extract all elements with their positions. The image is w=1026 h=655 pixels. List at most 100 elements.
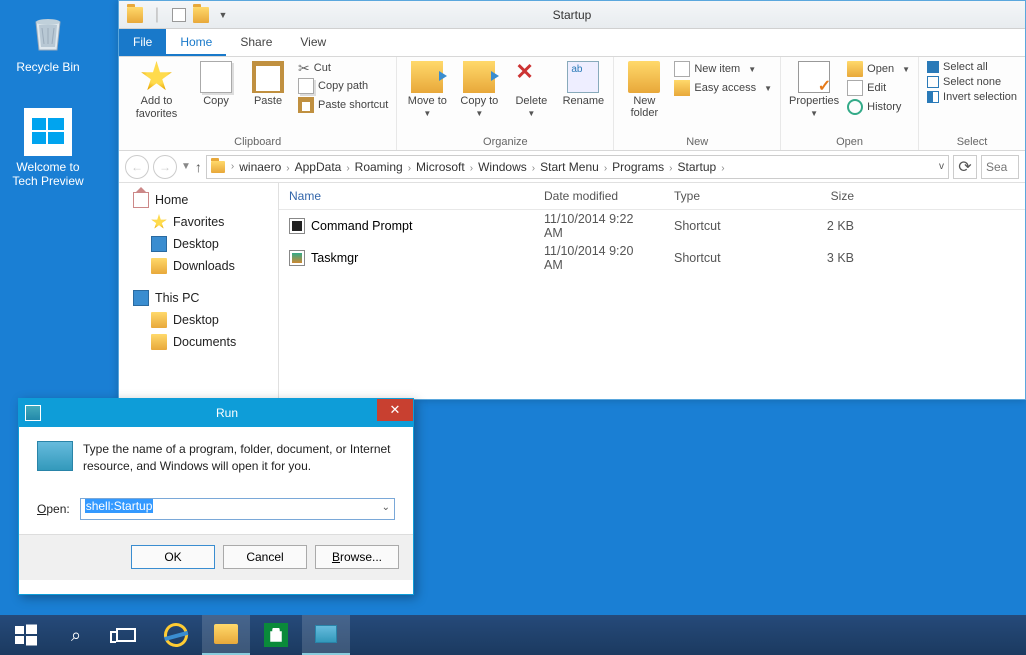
col-header-name[interactable]: Name: [279, 183, 534, 209]
qat-properties-icon[interactable]: [169, 5, 189, 25]
breadcrumb-item[interactable]: Microsoft: [413, 160, 468, 174]
move-to-button[interactable]: Move to▼: [405, 61, 449, 118]
qat-newfolder-icon[interactable]: [191, 5, 211, 25]
sidebar-item-desktop[interactable]: Desktop: [119, 233, 278, 255]
run-title-icon: [25, 405, 41, 421]
run-open-label: Open:: [37, 502, 70, 516]
nav-back-button[interactable]: ←: [125, 155, 149, 179]
properties-button[interactable]: Properties▼: [789, 61, 839, 118]
breadcrumb-dropdown-icon[interactable]: v: [939, 161, 944, 172]
new-item-button[interactable]: New item▼: [674, 61, 772, 77]
breadcrumb-item[interactable]: Windows: [475, 160, 530, 174]
tab-home[interactable]: Home: [166, 29, 226, 56]
nav-forward-button[interactable]: →: [153, 155, 177, 179]
breadcrumb[interactable]: › winaero›AppData›Roaming›Microsoft›Wind…: [206, 155, 949, 179]
history-button[interactable]: History: [847, 99, 910, 115]
breadcrumb-item[interactable]: Programs: [609, 160, 667, 174]
address-bar: ← → ▼ ↑ › winaero›AppData›Roaming›Micros…: [119, 151, 1025, 183]
col-header-type[interactable]: Type: [664, 183, 774, 209]
refresh-button[interactable]: ⟳: [953, 155, 977, 179]
copy-path-button[interactable]: Copy path: [298, 78, 388, 94]
ie-icon: [161, 620, 190, 649]
run-title: Run: [41, 406, 413, 420]
sidebar-item-pc-desktop[interactable]: Desktop: [119, 309, 278, 331]
breadcrumb-item[interactable]: winaero: [236, 160, 284, 174]
run-description: Type the name of a program, folder, docu…: [83, 441, 395, 476]
home-icon: [133, 192, 149, 208]
start-button[interactable]: [2, 615, 50, 655]
group-label-clipboard: Clipboard: [127, 134, 388, 148]
copy-button[interactable]: Copy: [194, 61, 238, 107]
cut-button[interactable]: ✂Cut: [298, 61, 388, 75]
easy-access-button[interactable]: Easy access▼: [674, 80, 772, 96]
select-all-button[interactable]: Select all: [927, 61, 1017, 73]
open-button[interactable]: Open▼: [847, 61, 910, 77]
invert-selection-button[interactable]: Invert selection: [927, 91, 1017, 103]
explorer-titlebar[interactable]: | ▼ Startup: [119, 1, 1025, 29]
qat-folder-icon[interactable]: [125, 5, 145, 25]
taskbar-search-button[interactable]: ⌕: [52, 615, 100, 655]
paste-icon: [252, 61, 284, 93]
group-label-organize: Organize: [405, 134, 605, 148]
file-icon: [289, 250, 305, 266]
list-header[interactable]: Name Date modified Type Size: [279, 183, 1025, 210]
breadcrumb-item[interactable]: Start Menu: [537, 160, 602, 174]
new-folder-button[interactable]: New folder: [622, 61, 666, 119]
ok-button[interactable]: OK: [131, 545, 215, 569]
search-icon: ⌕: [71, 625, 81, 646]
move-to-icon: [411, 61, 443, 93]
tab-file[interactable]: File: [119, 29, 166, 56]
edit-button[interactable]: Edit: [847, 80, 910, 96]
sidebar-item-favorites[interactable]: Favorites: [119, 211, 278, 233]
sidebar-item-documents[interactable]: Documents: [119, 331, 278, 353]
taskbar-ie-button[interactable]: [152, 615, 200, 655]
rename-button[interactable]: abRename: [561, 61, 605, 107]
history-icon: [847, 99, 863, 115]
qat-dropdown-icon[interactable]: ▼: [213, 5, 233, 25]
downloads-icon: [151, 258, 167, 274]
breadcrumb-item[interactable]: Roaming: [352, 160, 406, 174]
tab-share[interactable]: Share: [226, 29, 286, 56]
taskbar-run-button[interactable]: [302, 615, 350, 655]
select-all-icon: [927, 61, 939, 73]
nav-recent-button[interactable]: ▼: [181, 161, 191, 172]
search-input[interactable]: [981, 155, 1019, 179]
col-header-date[interactable]: Date modified: [534, 183, 664, 209]
paste-button[interactable]: Paste: [246, 61, 290, 107]
nav-up-button[interactable]: ↑: [195, 159, 202, 175]
run-icon: [37, 441, 73, 471]
select-none-button[interactable]: Select none: [927, 76, 1017, 88]
browse-button[interactable]: Browse...: [315, 545, 399, 569]
new-item-icon: [674, 61, 690, 77]
run-titlebar[interactable]: Run ✕: [19, 399, 413, 427]
add-to-favorites-button[interactable]: Add to favorites: [127, 61, 186, 121]
paste-shortcut-button[interactable]: Paste shortcut: [298, 97, 388, 113]
breadcrumb-folder-icon: [211, 161, 225, 173]
cancel-button[interactable]: Cancel: [223, 545, 307, 569]
sidebar-item-downloads[interactable]: Downloads: [119, 255, 278, 277]
group-label-open: Open: [789, 134, 910, 148]
taskview-icon: [116, 628, 136, 642]
breadcrumb-item[interactable]: Startup: [675, 160, 720, 174]
ribbon-tabs: File Home Share View: [119, 29, 1025, 57]
run-input-dropdown-icon[interactable]: ⌄: [382, 502, 390, 513]
tab-view[interactable]: View: [286, 29, 340, 56]
taskbar-store-button[interactable]: [252, 615, 300, 655]
desktop-icon-welcome[interactable]: Welcome to Tech Preview: [10, 108, 86, 188]
taskbar-explorer-button[interactable]: [202, 615, 250, 655]
recycle-bin-icon: [24, 8, 72, 56]
close-button[interactable]: ✕: [377, 399, 413, 421]
table-row[interactable]: Command Prompt11/10/2014 9:22 AMShortcut…: [279, 210, 1025, 242]
breadcrumb-item[interactable]: AppData: [292, 160, 345, 174]
sidebar-item-home[interactable]: Home: [119, 189, 278, 211]
copy-to-button[interactable]: Copy to▼: [457, 61, 501, 118]
taskview-button[interactable]: [102, 615, 150, 655]
col-header-size[interactable]: Size: [774, 183, 864, 209]
run-input[interactable]: shell:Startup ⌄: [80, 498, 395, 520]
pc-icon: [133, 290, 149, 306]
paste-label: Paste: [254, 95, 282, 107]
table-row[interactable]: Taskmgr11/10/2014 9:20 AMShortcut3 KB: [279, 242, 1025, 274]
delete-button[interactable]: ✕Delete▼: [509, 61, 553, 118]
desktop-icon-recycle-bin[interactable]: Recycle Bin: [10, 8, 86, 74]
sidebar-item-this-pc[interactable]: This PC: [119, 287, 278, 309]
